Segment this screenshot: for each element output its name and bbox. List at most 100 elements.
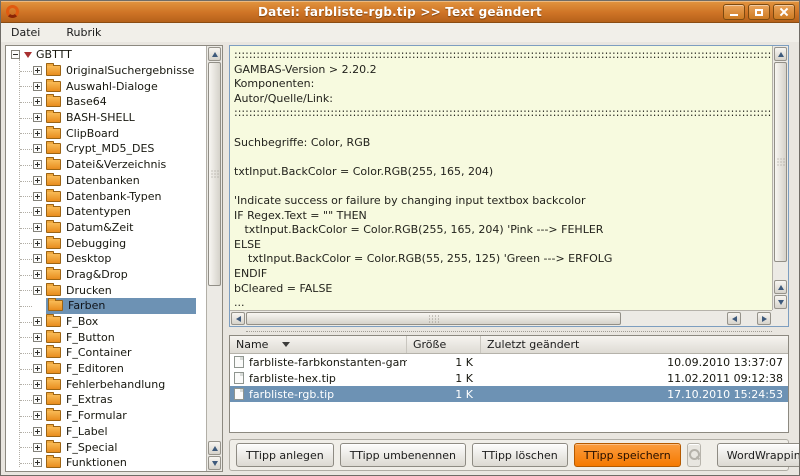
- expand-icon[interactable]: [33, 427, 42, 436]
- scroll-down-button[interactable]: [208, 456, 221, 470]
- tree-item-0riginalsuchergebnisse[interactable]: 0riginalSuchergebnisse: [6, 63, 206, 79]
- arrow-up-icon: [212, 446, 218, 451]
- scrollbar-thumb[interactable]: [774, 62, 787, 262]
- tree-item-f-editoren[interactable]: F_Editoren: [6, 361, 206, 377]
- expand-icon[interactable]: [33, 223, 42, 232]
- close-button[interactable]: [773, 4, 795, 20]
- scroll-up-button[interactable]: [208, 47, 221, 61]
- expand-icon[interactable]: [33, 443, 42, 452]
- search-button[interactable]: [687, 443, 701, 467]
- minimize-button[interactable]: [723, 4, 745, 20]
- tree-item-f-extras[interactable]: F_Extras: [6, 392, 206, 408]
- file-size: 1 K: [407, 388, 481, 401]
- tree-item-debugging[interactable]: Debugging: [6, 235, 206, 251]
- tree-item-drucken[interactable]: Drucken: [6, 282, 206, 298]
- tree-item-gbttt[interactable]: GBTTT: [6, 47, 206, 63]
- tree-item-datenbanken[interactable]: Datenbanken: [6, 173, 206, 189]
- collapse-icon[interactable]: [11, 50, 20, 59]
- tree-item-farben[interactable]: Farben: [6, 298, 206, 314]
- tree-item-desktop[interactable]: Desktop: [6, 251, 206, 267]
- column-header-name[interactable]: Name: [230, 336, 407, 353]
- tree-item-label: F_Formular: [66, 409, 127, 422]
- expand-icon[interactable]: [33, 239, 42, 248]
- code-line: IF Regex.Text = "" THEN: [234, 209, 772, 224]
- expand-icon[interactable]: [33, 411, 42, 420]
- expand-icon[interactable]: [33, 97, 42, 106]
- folder-icon: [46, 347, 61, 358]
- tree-item-funktionen[interactable]: Funktionen: [6, 455, 206, 471]
- tree-item-label: 0riginalSuchergebnisse: [66, 64, 194, 77]
- expand-icon[interactable]: [33, 364, 42, 373]
- scroll-up-button[interactable]: [774, 47, 787, 61]
- scroll-down-button[interactable]: [774, 295, 787, 309]
- expand-icon[interactable]: [33, 286, 42, 295]
- table-row[interactable]: farbliste-hex.tip1 K11.02.2011 09:12:38: [230, 370, 788, 386]
- tree-item-f-button[interactable]: F_Button: [6, 329, 206, 345]
- tip-editor[interactable]: ::::::::::::::::::::::::::::::::::::::::…: [229, 45, 789, 327]
- tree-item-f-label[interactable]: F_Label: [6, 424, 206, 440]
- expand-icon[interactable]: [33, 207, 42, 216]
- scroll-right-button[interactable]: [757, 312, 771, 325]
- tree-item-label: Base64: [66, 95, 107, 108]
- tree-item-fehlerbehandlung[interactable]: Fehlerbehandlung: [6, 376, 206, 392]
- tree-item-label: F_Button: [66, 331, 115, 344]
- ttipp-umbenennen-button[interactable]: TTipp umbenennen: [340, 443, 466, 467]
- expand-icon[interactable]: [33, 458, 42, 467]
- table-row[interactable]: farbliste-rgb.tip1 K17.10.2010 15:24:53: [230, 386, 788, 402]
- tree-item-bash-shell[interactable]: BASH-SHELL: [6, 110, 206, 126]
- ttipp-loeschen-button[interactable]: TTipp löschen: [472, 443, 568, 467]
- tree-item-f-formular[interactable]: F_Formular: [6, 408, 206, 424]
- expand-icon[interactable]: [33, 160, 42, 169]
- expand-icon[interactable]: [33, 129, 42, 138]
- tree-item-f-special[interactable]: F_Special: [6, 439, 206, 455]
- expand-icon[interactable]: [33, 380, 42, 389]
- ttipp-anlegen-button[interactable]: TTipp anlegen: [236, 443, 334, 467]
- tree-item-datei-verzeichnis[interactable]: Datei&Verzeichnis: [6, 157, 206, 173]
- tree-item-drag-drop[interactable]: Drag&Drop: [6, 267, 206, 283]
- tree-item-crypt-md5-des[interactable]: Crypt_MD5_DES: [6, 141, 206, 157]
- expand-icon[interactable]: [33, 317, 42, 326]
- ttipp-speichern-button[interactable]: TTipp speichern: [574, 443, 681, 467]
- tree-item-datenbank-typen[interactable]: Datenbank-Typen: [6, 188, 206, 204]
- column-header-zuletzt-geaendert[interactable]: Zuletzt geändert: [481, 336, 788, 353]
- scroll-up-button[interactable]: [208, 441, 221, 455]
- expand-icon[interactable]: [33, 176, 42, 185]
- titlebar[interactable]: Datei: farbliste-rgb.tip >> Text geänder…: [1, 1, 799, 23]
- editor-horizontal-scrollbar[interactable]: [230, 310, 772, 326]
- editor-vertical-scrollbar[interactable]: [772, 46, 788, 310]
- wordwrapping-button[interactable]: WordWrapping: [717, 443, 800, 467]
- window-controls: [723, 4, 795, 20]
- tree-item-label: Drucken: [66, 284, 112, 297]
- expand-icon[interactable]: [33, 192, 42, 201]
- editor-text[interactable]: ::::::::::::::::::::::::::::::::::::::::…: [230, 46, 772, 310]
- scroll-up-button[interactable]: [774, 280, 787, 294]
- menu-datei[interactable]: Datei: [9, 24, 42, 41]
- expand-icon[interactable]: [33, 144, 42, 153]
- table-row[interactable]: farbliste-farbkonstanten-gambas.tip1 K10…: [230, 354, 788, 370]
- tree-scrollbar[interactable]: [206, 46, 222, 471]
- expand-icon[interactable]: [33, 395, 42, 404]
- scroll-left-button[interactable]: [231, 312, 245, 325]
- menu-rubrik[interactable]: Rubrik: [64, 24, 103, 41]
- maximize-button[interactable]: [748, 4, 770, 20]
- scroll-left-button[interactable]: [727, 312, 741, 325]
- tree-item-label: F_Extras: [66, 393, 113, 406]
- expand-icon[interactable]: [33, 270, 42, 279]
- expand-icon[interactable]: [33, 254, 42, 263]
- tree-item-base64[interactable]: Base64: [6, 94, 206, 110]
- tree-item-clipboard[interactable]: ClipBoard: [6, 125, 206, 141]
- scrollbar-thumb[interactable]: [208, 62, 221, 286]
- tree-item-datum-zeit[interactable]: Datum&Zeit: [6, 220, 206, 236]
- expand-icon[interactable]: [33, 333, 42, 342]
- scrollbar-thumb[interactable]: [246, 312, 621, 325]
- expand-icon[interactable]: [33, 348, 42, 357]
- splitter-handle[interactable]: [229, 329, 789, 334]
- tree-item-datentypen[interactable]: Datentypen: [6, 204, 206, 220]
- tree-item-f-container[interactable]: F_Container: [6, 345, 206, 361]
- tree-item-f-box[interactable]: F_Box: [6, 314, 206, 330]
- column-header-groesse[interactable]: Größe: [407, 336, 481, 353]
- expand-icon[interactable]: [33, 113, 42, 122]
- tree-item-auswahl-dialoge[interactable]: Auswahl-Dialoge: [6, 78, 206, 94]
- expand-icon[interactable]: [33, 82, 42, 91]
- expand-icon[interactable]: [33, 66, 42, 75]
